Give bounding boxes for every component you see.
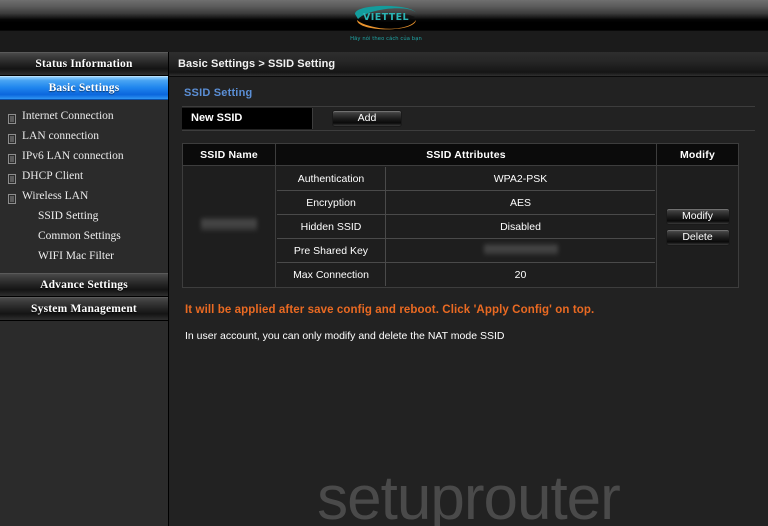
sidebar-item-label: Internet Connection	[22, 110, 114, 122]
new-ssid-label: New SSID	[182, 108, 313, 129]
sidebar-item-ipv6-lan-connection[interactable]: IPv6 LAN connection	[0, 146, 168, 166]
sidebar-basic-settings-group: Internet Connection LAN connection IPv6 …	[0, 100, 168, 273]
attribute-label: Pre Shared Key	[277, 238, 386, 263]
attribute-label: Authentication	[277, 167, 386, 191]
sidebar-item-dhcp-client[interactable]: DHCP Client	[0, 166, 168, 186]
watermark: setuprouter	[317, 464, 621, 526]
attribute-value: 20	[514, 268, 527, 281]
page-header: VIETTEL Hãy nói theo cách của bạn	[0, 0, 768, 52]
page-title: SSID Setting	[184, 87, 253, 99]
document-icon	[8, 131, 16, 144]
sidebar-item-system-management[interactable]: System Management	[0, 297, 168, 321]
sidebar-subitem-common-settings[interactable]: Common Settings	[0, 226, 168, 246]
ssid-attributes-table: Authentication WPA2-PSK Encryption AES H…	[277, 167, 655, 286]
user-account-info: In user account, you can only modify and…	[185, 330, 505, 342]
attribute-value	[385, 238, 655, 263]
sidebar-subitem-wifi-mac-filter[interactable]: WIFI Mac Filter	[0, 246, 168, 266]
sidebar-item-internet-connection[interactable]: Internet Connection	[0, 106, 168, 126]
attribute-row-max-connection: Max Connection 20	[277, 262, 655, 286]
page-body: Status Information Basic Settings Intern…	[0, 52, 768, 526]
delete-button[interactable]: Delete	[665, 228, 730, 246]
ssid-table: SSID Name SSID Attributes Modify Authent…	[182, 143, 739, 288]
document-icon	[8, 111, 16, 124]
ssid-name-redacted-value	[201, 217, 257, 231]
main-content: Basic Settings > SSID Setting SSID Setti…	[169, 52, 768, 526]
table-row: Authentication WPA2-PSK Encryption AES H…	[182, 165, 739, 288]
attribute-value: AES	[385, 190, 655, 215]
ssid-setting-panel: SSID Setting New SSID Add SSID Name SSID…	[169, 77, 768, 342]
ssid-name-cell	[182, 165, 276, 288]
attribute-label: Hidden SSID	[277, 214, 386, 239]
attribute-row-encryption: Encryption AES	[277, 190, 655, 215]
new-ssid-row: New SSID Add	[182, 106, 755, 131]
attribute-value: Disabled	[385, 214, 655, 239]
viettel-wordmark: VIETTEL	[363, 12, 409, 23]
sidebar-item-label: LAN connection	[22, 130, 99, 142]
document-icon	[8, 191, 16, 204]
attribute-label: Max Connection	[277, 262, 386, 286]
table-header-row: SSID Name SSID Attributes Modify	[182, 143, 739, 166]
sidebar: Status Information Basic Settings Intern…	[0, 52, 169, 526]
attribute-value: WPA2-PSK	[385, 167, 655, 191]
viettel-logo: VIETTEL Hãy nói theo cách của bạn	[338, 0, 434, 52]
attribute-row-hidden-ssid: Hidden SSID Disabled	[277, 214, 655, 239]
sidebar-subitem-ssid-setting[interactable]: SSID Setting	[0, 206, 168, 226]
attribute-row-authentication: Authentication WPA2-PSK	[277, 167, 655, 191]
column-header-modify: Modify	[656, 143, 739, 166]
viettel-logo-icon: VIETTEL	[355, 5, 417, 30]
sidebar-item-label: DHCP Client	[22, 170, 84, 182]
sidebar-item-lan-connection[interactable]: LAN connection	[0, 126, 168, 146]
column-header-ssid-attributes: SSID Attributes	[275, 143, 657, 166]
add-button[interactable]: Add	[332, 110, 402, 127]
viettel-tagline: Hãy nói theo cách của bạn	[350, 36, 422, 42]
document-icon	[8, 151, 16, 164]
modify-cell: Modify Delete	[656, 165, 739, 288]
viettel-logo-mark: VIETTEL	[349, 0, 423, 36]
sidebar-item-status-information[interactable]: Status Information	[0, 52, 168, 76]
document-icon	[8, 171, 16, 184]
attribute-row-pre-shared-key: Pre Shared Key	[277, 238, 655, 263]
modify-button[interactable]: Modify	[665, 207, 730, 225]
sidebar-item-label: IPv6 LAN connection	[22, 150, 124, 162]
sidebar-item-label: Wireless LAN	[22, 190, 89, 202]
attribute-label: Encryption	[277, 190, 386, 215]
ssid-attributes-cell: Authentication WPA2-PSK Encryption AES H…	[275, 165, 657, 288]
router-admin-page: VIETTEL Hãy nói theo cách của bạn Status…	[0, 0, 768, 526]
apply-config-warning: It will be applied after save config and…	[185, 304, 595, 316]
sidebar-item-basic-settings[interactable]: Basic Settings	[0, 76, 168, 100]
breadcrumb: Basic Settings > SSID Setting	[169, 52, 768, 77]
column-header-ssid-name: SSID Name	[182, 143, 276, 166]
sidebar-item-wireless-lan[interactable]: Wireless LAN	[0, 186, 168, 206]
sidebar-item-advance-settings[interactable]: Advance Settings	[0, 273, 168, 297]
pre-shared-key-redacted-value	[483, 243, 558, 255]
